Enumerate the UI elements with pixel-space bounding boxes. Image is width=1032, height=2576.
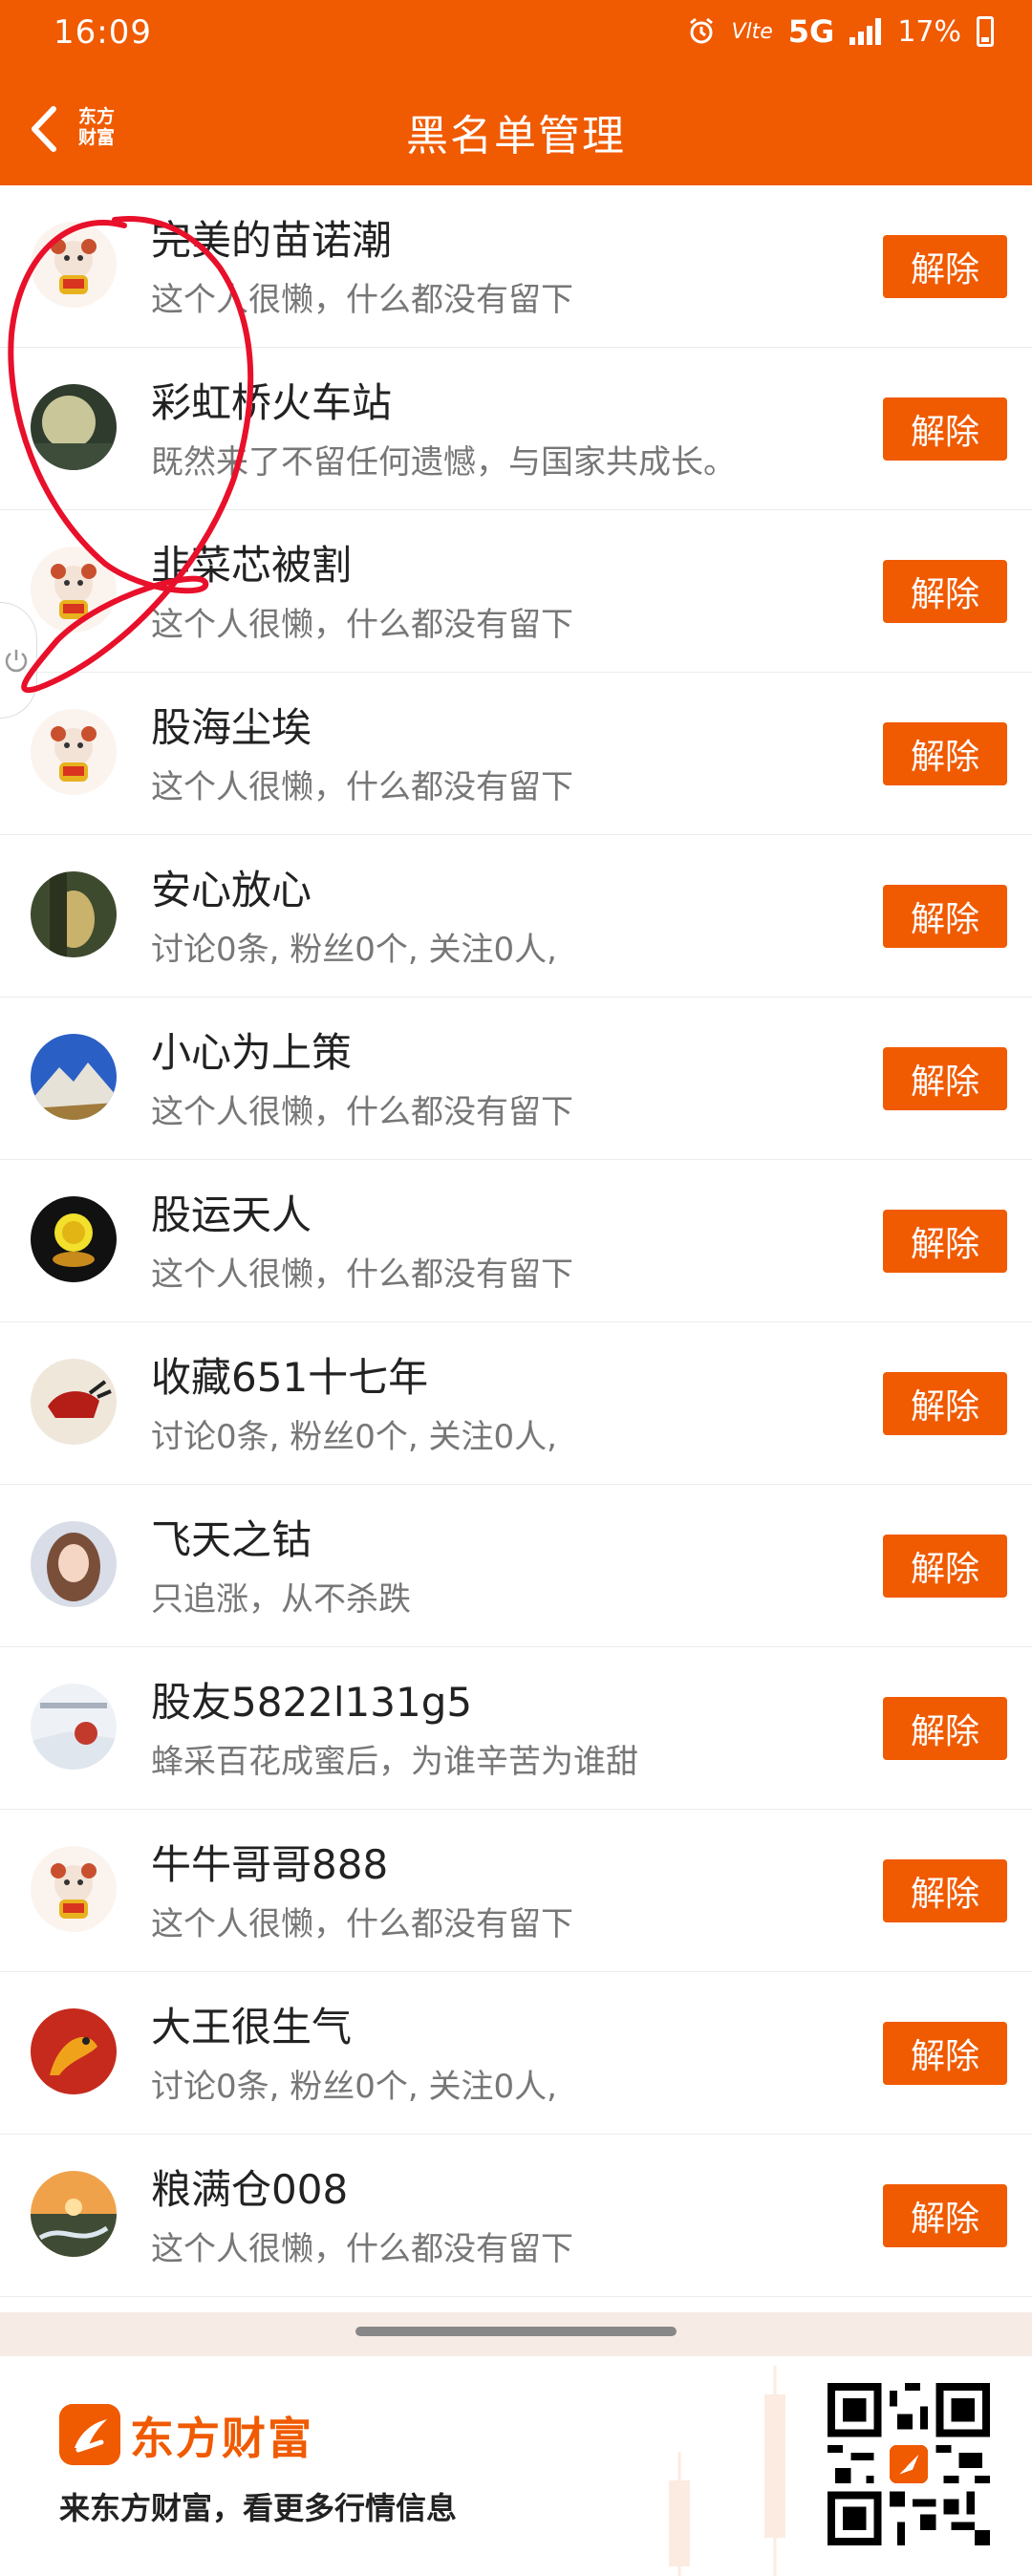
status-time: 16:09 — [54, 13, 152, 52]
footer-brand: 东方财富 — [130, 2413, 313, 2464]
power-icon — [5, 650, 28, 673]
top-bar: 16:09 Vlte 5G 17% 东方 财富 黑名单管理 — [0, 0, 1032, 185]
avatar[interactable] — [31, 871, 117, 957]
blacklist: 完美的苗诺潮 这个人很懒，什么都没有留下 解除 彩虹桥火车站 既然来了不留任何遗憾，与国… — [0, 185, 1032, 2297]
user-name: 大王很生气 — [151, 2004, 353, 2050]
unblock-button[interactable]: 解除 — [883, 2184, 1007, 2247]
unblock-button[interactable]: 解除 — [883, 885, 1007, 948]
unblock-button[interactable]: 解除 — [883, 1210, 1007, 1273]
user-name: 飞天之钴 — [151, 1516, 312, 1563]
avatar[interactable] — [31, 2008, 117, 2094]
list-item[interactable]: 粮满仓008 这个人很懒，什么都没有留下 解除 — [0, 2135, 1032, 2297]
list-item[interactable]: 大王很生气讨论0条, 粉丝0个, 关注0人, 解除 — [0, 1972, 1032, 2135]
avatar[interactable] — [31, 1034, 117, 1120]
avatar[interactable] — [31, 384, 117, 470]
alarm-icon — [690, 17, 714, 44]
qr-code-icon[interactable] — [828, 2383, 990, 2545]
unblock-button[interactable]: 解除 — [883, 2022, 1007, 2085]
user-name: 韭菜芯被割 — [151, 542, 353, 589]
avatar[interactable] — [31, 2171, 117, 2257]
user-name: 收藏651十七年 — [151, 1354, 429, 1401]
user-name: 股海尘埃 — [151, 704, 312, 751]
user-name: 股友5822l131g5 — [151, 1679, 473, 1726]
list-item[interactable]: 完美的苗诺潮这个人很懒，什么都没有留下 解除 — [0, 185, 1032, 348]
avatar[interactable] — [31, 1846, 117, 1932]
unblock-button[interactable]: 解除 — [883, 235, 1007, 298]
list-item[interactable]: 股海尘埃这个人很懒，什么都没有留下 解除 — [0, 673, 1032, 835]
user-bio: 这个人很懒，什么都没有留下 — [151, 1905, 573, 1943]
list-item[interactable]: 股友5822l131g5 蜂采百花成蜜后，为谁辛苦为谁甜 解除 — [0, 1647, 1032, 1810]
home-indicator[interactable] — [355, 2327, 677, 2336]
avatar[interactable] — [31, 1196, 117, 1282]
user-name: 完美的苗诺潮 — [151, 217, 393, 264]
user-bio: 这个人很懒，什么都没有留下 — [151, 281, 573, 319]
user-name: 小心为上策 — [151, 1029, 353, 1076]
unblock-button[interactable]: 解除 — [883, 560, 1007, 623]
avatar[interactable] — [31, 1521, 117, 1607]
avatar[interactable] — [31, 222, 117, 308]
user-bio: 这个人很懒，什么都没有留下 — [151, 1093, 573, 1131]
unblock-button[interactable]: 解除 — [883, 1047, 1007, 1110]
footer-slogan: 来东方财富，看更多行情信息 — [59, 2490, 458, 2526]
list-item[interactable]: 彩虹桥火车站既然来了不留任何遗憾，与国家共成长。 解除 — [0, 348, 1032, 510]
user-name: 牛牛哥哥888 — [151, 1841, 389, 1888]
footer-banner: 东方财富 来东方财富，看更多行情信息 — [0, 2356, 1032, 2576]
list-item[interactable]: 牛牛哥哥888 这个人很懒，什么都没有留下 解除 — [0, 1810, 1032, 1972]
user-name: 彩虹桥火车站 — [151, 379, 393, 426]
avatar[interactable] — [31, 547, 117, 633]
user-name: 粮满仓008 — [151, 2166, 349, 2213]
unblock-button[interactable]: 解除 — [883, 722, 1007, 785]
user-name: 股运天人 — [151, 1191, 312, 1238]
signal-icon — [849, 18, 882, 45]
unblock-button[interactable]: 解除 — [883, 397, 1007, 461]
user-bio: 讨论0条, 粉丝0个, 关注0人, — [151, 931, 557, 969]
list-item[interactable]: 飞天之钴只追涨，从不杀跌 解除 — [0, 1485, 1032, 1647]
list-item[interactable]: 收藏651十七年讨论0条, 粉丝0个, 关注0人, 解除 — [0, 1322, 1032, 1485]
battery-percent: 17% — [897, 14, 961, 49]
avatar[interactable] — [31, 1684, 117, 1770]
nav-bar: 东方 财富 黑名单管理 — [0, 73, 1032, 185]
avatar[interactable] — [31, 1359, 117, 1445]
avatar[interactable] — [31, 709, 117, 795]
network-label: 5G — [787, 13, 835, 50]
unblock-button[interactable]: 解除 — [883, 1697, 1007, 1760]
unblock-button[interactable]: 解除 — [883, 1859, 1007, 1922]
list-item[interactable]: 小心为上策这个人很懒，什么都没有留下 解除 — [0, 998, 1032, 1160]
user-bio: 只追涨，从不杀跌 — [151, 1580, 411, 1619]
user-bio: 既然来了不留任何遗憾，与国家共成长。 — [151, 443, 736, 482]
user-bio: 讨论0条, 粉丝0个, 关注0人, — [151, 2068, 557, 2106]
user-bio: 蜂采百花成蜜后，为谁辛苦为谁甜 — [151, 1743, 638, 1781]
user-bio: 这个人很懒，什么都没有留下 — [151, 768, 573, 806]
user-bio: 这个人很懒，什么都没有留下 — [151, 2230, 573, 2268]
user-bio: 讨论0条, 粉丝0个, 关注0人, — [151, 1418, 557, 1456]
unblock-button[interactable]: 解除 — [883, 1535, 1007, 1598]
unblock-button[interactable]: 解除 — [883, 1372, 1007, 1435]
list-item[interactable]: 安心放心讨论0条, 粉丝0个, 关注0人, 解除 — [0, 835, 1032, 998]
user-bio: 这个人很懒，什么都没有留下 — [151, 1256, 573, 1294]
user-name: 安心放心 — [151, 867, 312, 913]
status-icons: Vlte 5G 17% — [687, 13, 994, 50]
brand-logo-icon — [59, 2404, 120, 2465]
battery-icon — [977, 16, 994, 47]
list-item[interactable]: 韭菜芯被割这个人很懒，什么都没有留下 解除 — [0, 510, 1032, 673]
page-title: 黑名单管理 — [406, 112, 626, 161]
list-item[interactable]: 股运天人这个人很懒，什么都没有留下 解除 — [0, 1160, 1032, 1322]
status-bar: 16:09 Vlte 5G 17% — [0, 0, 1032, 73]
user-bio: 这个人很懒，什么都没有留下 — [151, 606, 573, 644]
volte-label: Vlte — [731, 19, 773, 44]
